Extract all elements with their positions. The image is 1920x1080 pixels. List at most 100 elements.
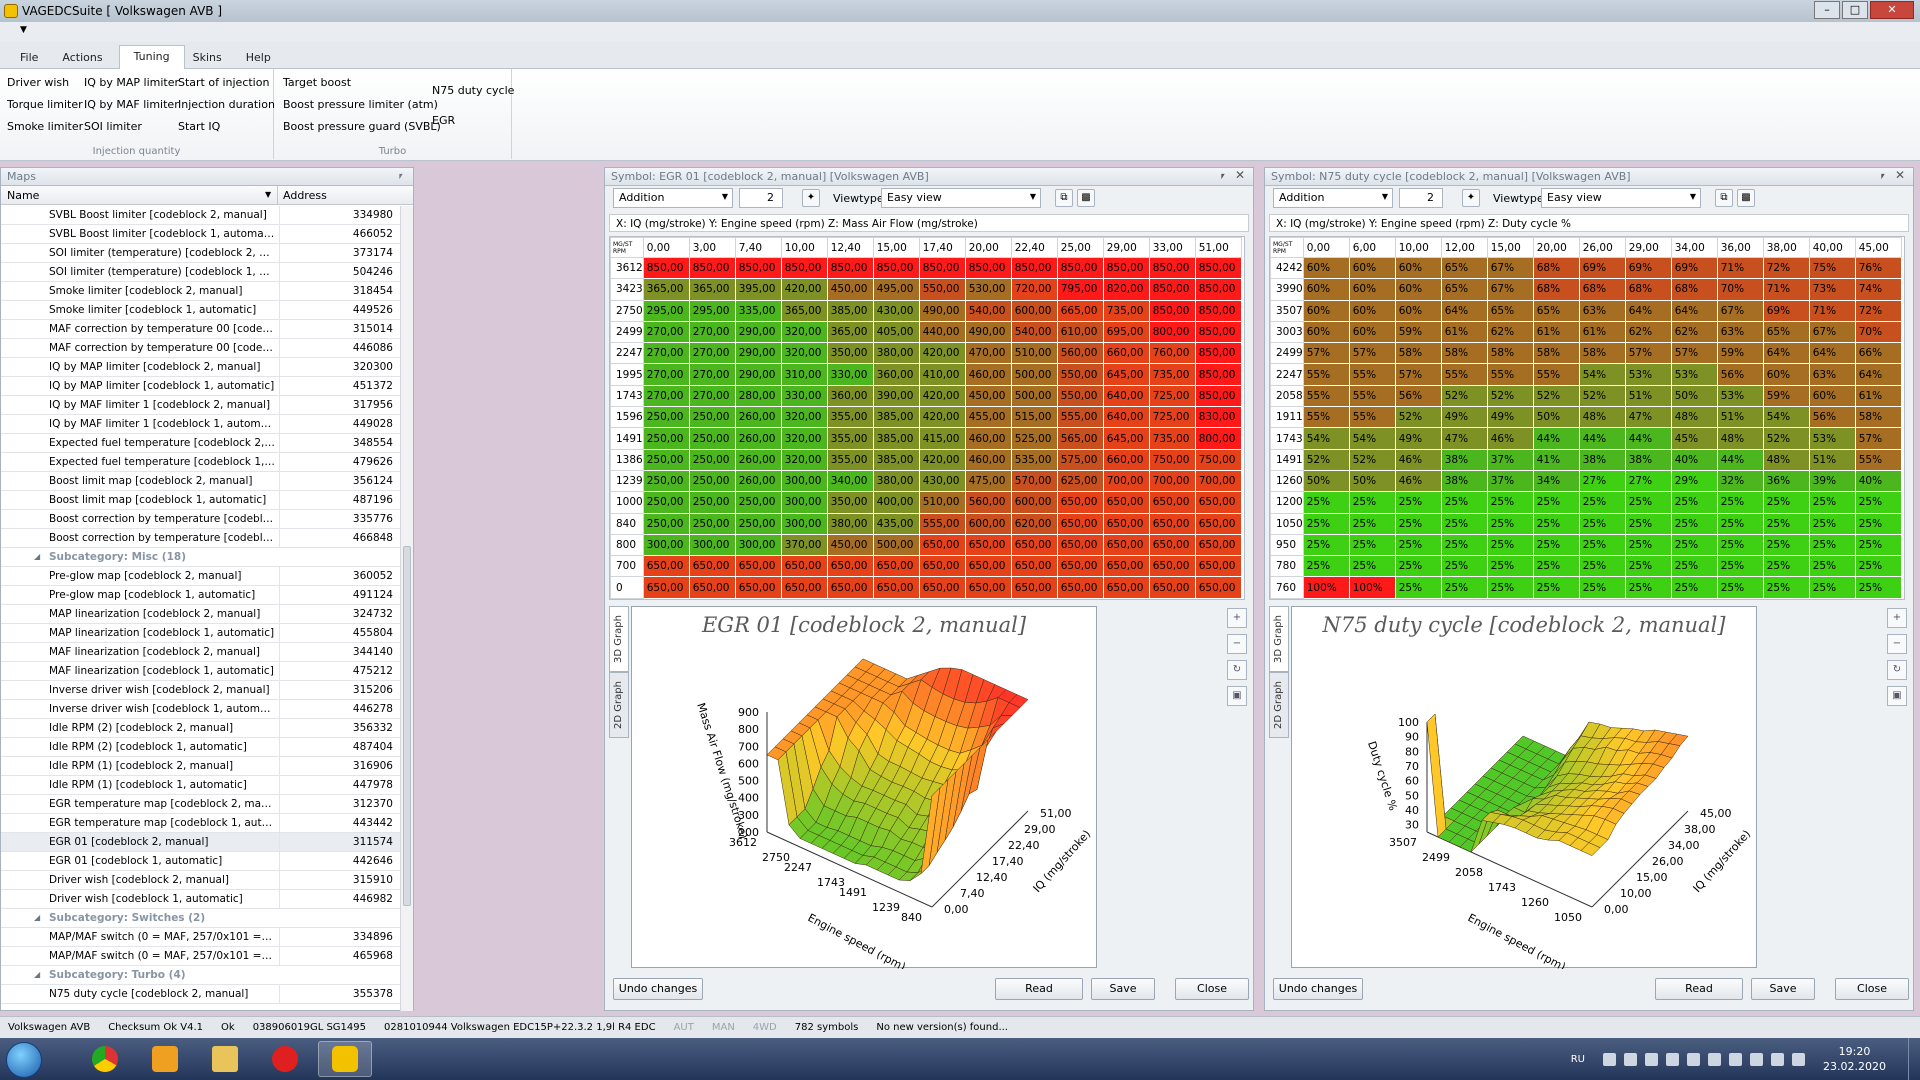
map-cell[interactable]: 650,00 — [1194, 533, 1242, 557]
ribbon-start-of-injection[interactable]: Start of injection — [178, 76, 269, 89]
map-cell[interactable]: 58% — [1486, 342, 1534, 365]
map-cell[interactable]: 25% — [1486, 533, 1534, 557]
display-icon[interactable] — [1708, 1052, 1722, 1066]
zoom-out-icon[interactable]: − — [1227, 634, 1247, 654]
map-cell[interactable]: 495,00 — [872, 278, 920, 301]
map-cell[interactable]: 25% — [1762, 491, 1810, 514]
mode-select[interactable]: Addition ▼ — [1273, 188, 1393, 208]
map-cell[interactable]: 25% — [1624, 576, 1672, 599]
map-cell[interactable]: 64% — [1808, 342, 1856, 365]
map-cell[interactable]: 555,00 — [918, 512, 966, 535]
map-cell[interactable]: 650,00 — [1010, 555, 1058, 578]
map-cell[interactable]: 38% — [1440, 448, 1488, 471]
map-cell[interactable]: 695,00 — [1102, 320, 1150, 344]
mode-select[interactable]: Addition ▼ — [613, 188, 733, 208]
ribbon-iq-by-map-limiter[interactable]: IQ by MAP limiter — [84, 76, 179, 89]
zoom-out-icon[interactable]: − — [1887, 634, 1907, 654]
map-cell[interactable]: 25% — [1578, 512, 1626, 535]
map-cell[interactable]: 515,00 — [1010, 406, 1058, 429]
map-cell[interactable]: 700,00 — [1194, 469, 1242, 493]
copy-icon[interactable]: ⧉ — [1055, 189, 1073, 207]
step-input[interactable]: 2 — [739, 188, 783, 208]
map-cell[interactable]: 600,00 — [964, 512, 1012, 535]
map-cell[interactable]: 57% — [1394, 363, 1442, 386]
map-cell[interactable]: 58% — [1854, 406, 1902, 429]
map-row[interactable]: MAF linearization [codeblock 1, automati… — [1, 662, 401, 681]
map-cell[interactable]: 450,00 — [964, 384, 1012, 408]
map-cell[interactable]: 260,00 — [734, 469, 782, 493]
map-cell[interactable]: 64% — [1624, 299, 1672, 322]
map-cell[interactable]: 270,00 — [688, 342, 736, 365]
map-cell[interactable]: 56% — [1394, 384, 1442, 408]
tab-file[interactable]: File — [12, 51, 54, 68]
map-cell[interactable]: 70% — [1854, 320, 1902, 344]
map-cell[interactable]: 645,00 — [1102, 363, 1150, 386]
map-cell[interactable]: 650,00 — [872, 576, 920, 599]
tab-2d-graph[interactable]: 2D Graph — [1269, 672, 1289, 738]
map-cell[interactable]: 25% — [1578, 491, 1626, 514]
copy-icon[interactable]: ⧉ — [1715, 189, 1733, 207]
apply-wand-icon[interactable]: ✦ — [1462, 189, 1480, 207]
reset-view-icon[interactable]: ▣ — [1227, 686, 1247, 706]
map-cell[interactable]: 54% — [1302, 427, 1350, 450]
map-cell[interactable]: 63% — [1716, 320, 1764, 344]
map-cell[interactable]: 65% — [1762, 320, 1810, 344]
map-cell[interactable]: 48% — [1670, 406, 1718, 429]
tab-skins[interactable]: Skins — [185, 51, 238, 68]
map-cell[interactable]: 57% — [1302, 342, 1350, 365]
map-row[interactable]: Inverse driver wish [codeblock 1, automa… — [1, 700, 401, 719]
map-cell[interactable]: 58% — [1394, 342, 1442, 365]
map-cell[interactable]: 25% — [1302, 512, 1350, 535]
map-cell[interactable]: 25% — [1670, 512, 1718, 535]
map-cell[interactable]: 650,00 — [964, 533, 1012, 557]
map-cell[interactable]: 650,00 — [734, 576, 782, 599]
map-cell[interactable]: 280,00 — [734, 384, 782, 408]
map-cell[interactable]: 500,00 — [872, 533, 920, 557]
map-cell[interactable]: 450,00 — [826, 533, 874, 557]
map-cell[interactable]: 385,00 — [872, 406, 920, 429]
map-cell[interactable]: 72% — [1854, 299, 1902, 322]
map-cell[interactable]: 61% — [1440, 320, 1488, 344]
map-row[interactable]: IQ by MAF limiter 1 [codeblock 2, manual… — [1, 396, 401, 415]
map-cell[interactable]: 45% — [1670, 427, 1718, 450]
map-cell[interactable]: 25% — [1624, 512, 1672, 535]
map-cell[interactable]: 850,00 — [734, 256, 782, 280]
map-cell[interactable]: 555,00 — [1056, 406, 1104, 429]
map-cell[interactable]: 25% — [1716, 555, 1764, 578]
map-cell[interactable]: 52% — [1532, 384, 1580, 408]
map-cell[interactable]: 650,00 — [1056, 533, 1104, 557]
map-cell[interactable]: 850,00 — [1194, 342, 1242, 365]
ribbon-n75-duty-cycle[interactable]: N75 duty cycle — [432, 84, 514, 97]
map-cell[interactable]: 395,00 — [734, 278, 782, 301]
map-cell[interactable]: 25% — [1762, 576, 1810, 599]
map-cell[interactable]: 650,00 — [918, 576, 966, 599]
map-cell[interactable]: 52% — [1762, 427, 1810, 450]
map-cell[interactable]: 57% — [1670, 342, 1718, 365]
map-cell[interactable]: 44% — [1624, 427, 1672, 450]
map-cell[interactable]: 850,00 — [642, 256, 690, 280]
taskbar-vagedcsuite[interactable] — [318, 1041, 372, 1077]
map-cell[interactable]: 58% — [1440, 342, 1488, 365]
collapse-icon[interactable]: ◢ — [34, 913, 40, 922]
map-cell[interactable]: 360,00 — [872, 363, 920, 386]
map-cell[interactable]: 25% — [1532, 576, 1580, 599]
map-cell[interactable]: 650,00 — [1010, 533, 1058, 557]
map-cell[interactable]: 650,00 — [1102, 512, 1150, 535]
map-cell[interactable]: 53% — [1670, 363, 1718, 386]
map-cell[interactable]: 720,00 — [1010, 278, 1058, 301]
map-cell[interactable]: 570,00 — [1010, 469, 1058, 493]
map-cell[interactable]: 25% — [1348, 491, 1396, 514]
map-cell[interactable]: 460,00 — [964, 448, 1012, 471]
map-cell[interactable]: 48% — [1716, 427, 1764, 450]
ribbon-target-boost[interactable]: Target boost — [283, 76, 351, 89]
map-cell[interactable]: 25% — [1624, 533, 1672, 557]
map-cell[interactable]: 56% — [1716, 363, 1764, 386]
taskbar-explorer[interactable] — [198, 1041, 252, 1077]
save-button[interactable]: Save — [1091, 978, 1155, 1000]
map-cell[interactable]: 260,00 — [734, 406, 782, 429]
map-cell[interactable]: 320,00 — [780, 320, 828, 344]
map-cell[interactable]: 25% — [1716, 533, 1764, 557]
map-row[interactable]: Boost correction by temperature [codeblo… — [1, 529, 401, 548]
bluetooth-icon[interactable] — [1729, 1052, 1743, 1066]
map-cell[interactable]: 25% — [1532, 555, 1580, 578]
